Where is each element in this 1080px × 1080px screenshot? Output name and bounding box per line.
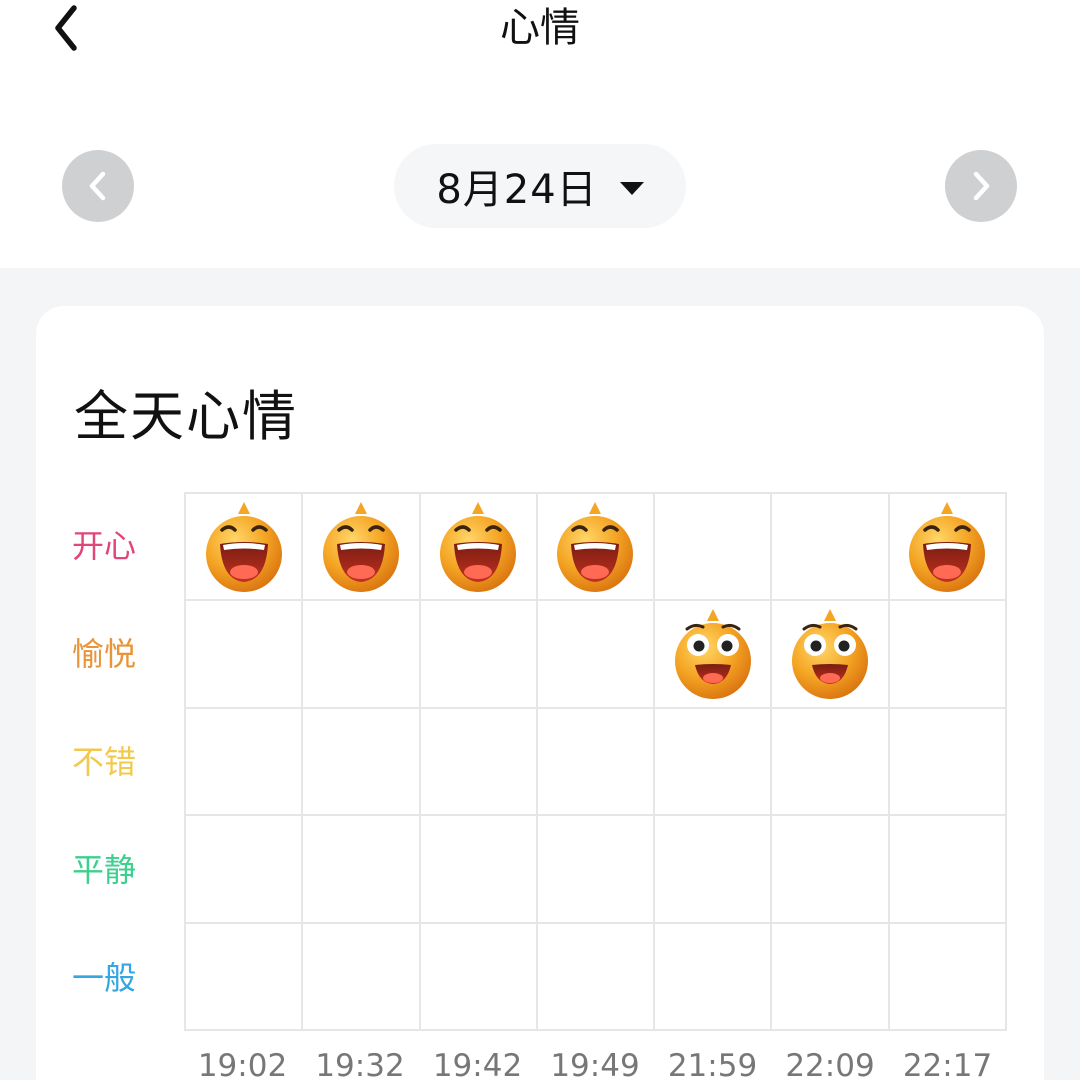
smiling-face-icon — [788, 607, 872, 701]
laughing-face-icon — [202, 500, 286, 594]
time-label: 19:32 — [315, 1048, 405, 1080]
grid-cell[interactable] — [655, 601, 773, 709]
prev-day-button[interactable] — [62, 150, 134, 222]
date-label: 8月24日 — [436, 167, 598, 213]
laughing-face-icon — [436, 500, 520, 594]
grid-cell — [889, 816, 1007, 924]
grid-cell — [772, 708, 890, 817]
grid-cell — [303, 708, 421, 817]
date-selector[interactable]: 8月24日 — [394, 144, 686, 228]
grid-cell — [655, 708, 773, 817]
back-button[interactable] — [36, 0, 96, 56]
time-label: 21:59 — [667, 1048, 758, 1080]
grid-cell — [889, 923, 1007, 1031]
chevron-right-icon — [973, 171, 990, 201]
grid-cell — [537, 923, 656, 1031]
grid-cell — [303, 601, 421, 709]
grid-cell — [186, 923, 304, 1031]
time-label: 19:42 — [432, 1048, 523, 1080]
grid-cell — [889, 601, 1007, 709]
grid-cell[interactable] — [772, 601, 890, 709]
grid-cell — [537, 708, 656, 817]
mood-label: 一般 — [72, 959, 137, 997]
grid-cell[interactable] — [186, 494, 304, 602]
mood-label: 平静 — [72, 851, 137, 889]
grid-cell — [655, 494, 773, 602]
grid-cell[interactable] — [303, 494, 421, 602]
grid-cell — [537, 816, 656, 924]
chevron-left-icon — [55, 5, 77, 51]
grid-cell — [420, 816, 538, 924]
grid-cell — [186, 816, 304, 924]
grid-cell — [772, 494, 890, 602]
smiling-face-icon — [671, 607, 755, 701]
grid-cell — [186, 708, 304, 817]
caret-down-icon — [619, 181, 644, 195]
grid-cell[interactable] — [889, 494, 1007, 602]
grid-cell — [772, 816, 890, 924]
laughing-face-icon — [319, 500, 403, 594]
time-label: 19:49 — [550, 1048, 640, 1080]
grid-cell — [303, 816, 421, 924]
time-label: 19:02 — [197, 1048, 288, 1080]
mood-label: 愉悦 — [72, 635, 137, 673]
next-day-button[interactable] — [945, 150, 1017, 222]
grid-cell — [655, 816, 773, 924]
grid-cell — [655, 923, 773, 1031]
grid-cell[interactable] — [420, 494, 538, 602]
mood-label: 开心 — [72, 527, 137, 565]
time-label: 22:09 — [785, 1048, 875, 1080]
chevron-left-icon — [89, 171, 106, 201]
grid-cell — [889, 708, 1007, 817]
time-label: 22:17 — [902, 1048, 993, 1080]
card-title: 全天心情 — [74, 385, 298, 448]
laughing-face-icon — [553, 500, 637, 594]
mood-grid — [184, 492, 1007, 1031]
grid-cell — [420, 601, 538, 709]
mood-label: 不错 — [72, 743, 137, 781]
grid-cell — [186, 601, 304, 709]
grid-cell — [537, 601, 656, 709]
grid-cell — [420, 923, 538, 1031]
laughing-face-icon — [905, 500, 989, 594]
grid-cell — [303, 923, 421, 1031]
grid-cell[interactable] — [537, 494, 656, 602]
grid-cell — [420, 708, 538, 817]
grid-cell — [772, 923, 890, 1031]
